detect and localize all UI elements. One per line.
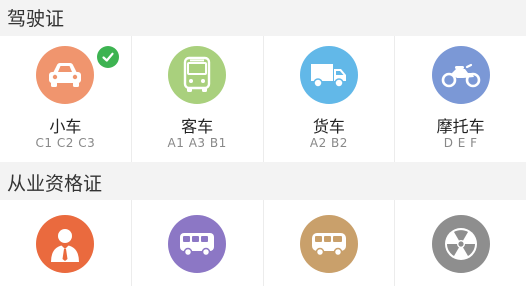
driving-license-grid: 小车 C1 C2 C3 客车 A1 A3 B1 货车 A2 B2 摩托车 D E… [0, 36, 526, 162]
selected-check-icon [97, 46, 119, 68]
truck-icon [299, 46, 358, 104]
passenger-bus-icon [168, 215, 227, 273]
license-option-car[interactable]: 小车 C1 C2 C3 [0, 36, 132, 162]
license-option-codes: A1 A3 B1 [167, 136, 227, 150]
license-option-motorcycle[interactable]: 摩托车 D E F [395, 36, 526, 162]
freight-bus-icon [299, 215, 358, 273]
instructor-icon [36, 215, 95, 273]
license-option-name: 货车 [312, 117, 345, 136]
license-option-bus[interactable]: 客车 A1 A3 B1 [132, 36, 264, 162]
license-option-name: 摩托车 [436, 117, 485, 136]
license-type-page: 驾驶证 小车 C1 C2 C3 客车 A1 A3 B1 货车 A2 B2 摩托车… [0, 0, 526, 286]
bus-icon [168, 46, 227, 104]
qualification-option-instructor[interactable] [0, 200, 132, 286]
qualification-grid [0, 200, 526, 286]
license-option-codes: D E F [443, 136, 478, 150]
section-title-driving-license: 驾驶证 [0, 0, 526, 36]
license-option-codes: A2 B2 [309, 136, 348, 150]
hazardous-icon [431, 215, 490, 273]
qualification-option-passenger[interactable] [132, 200, 264, 286]
car-icon [36, 46, 95, 104]
license-option-truck[interactable]: 货车 A2 B2 [264, 36, 396, 162]
qualification-option-freight[interactable] [264, 200, 396, 286]
license-option-name: 小车 [49, 117, 82, 136]
license-option-codes: C1 C2 C3 [35, 136, 96, 150]
qualification-option-hazardous[interactable] [395, 200, 526, 286]
license-option-name: 客车 [181, 117, 214, 136]
section-title-qualification: 从业资格证 [0, 164, 526, 200]
motorcycle-icon [431, 46, 490, 104]
